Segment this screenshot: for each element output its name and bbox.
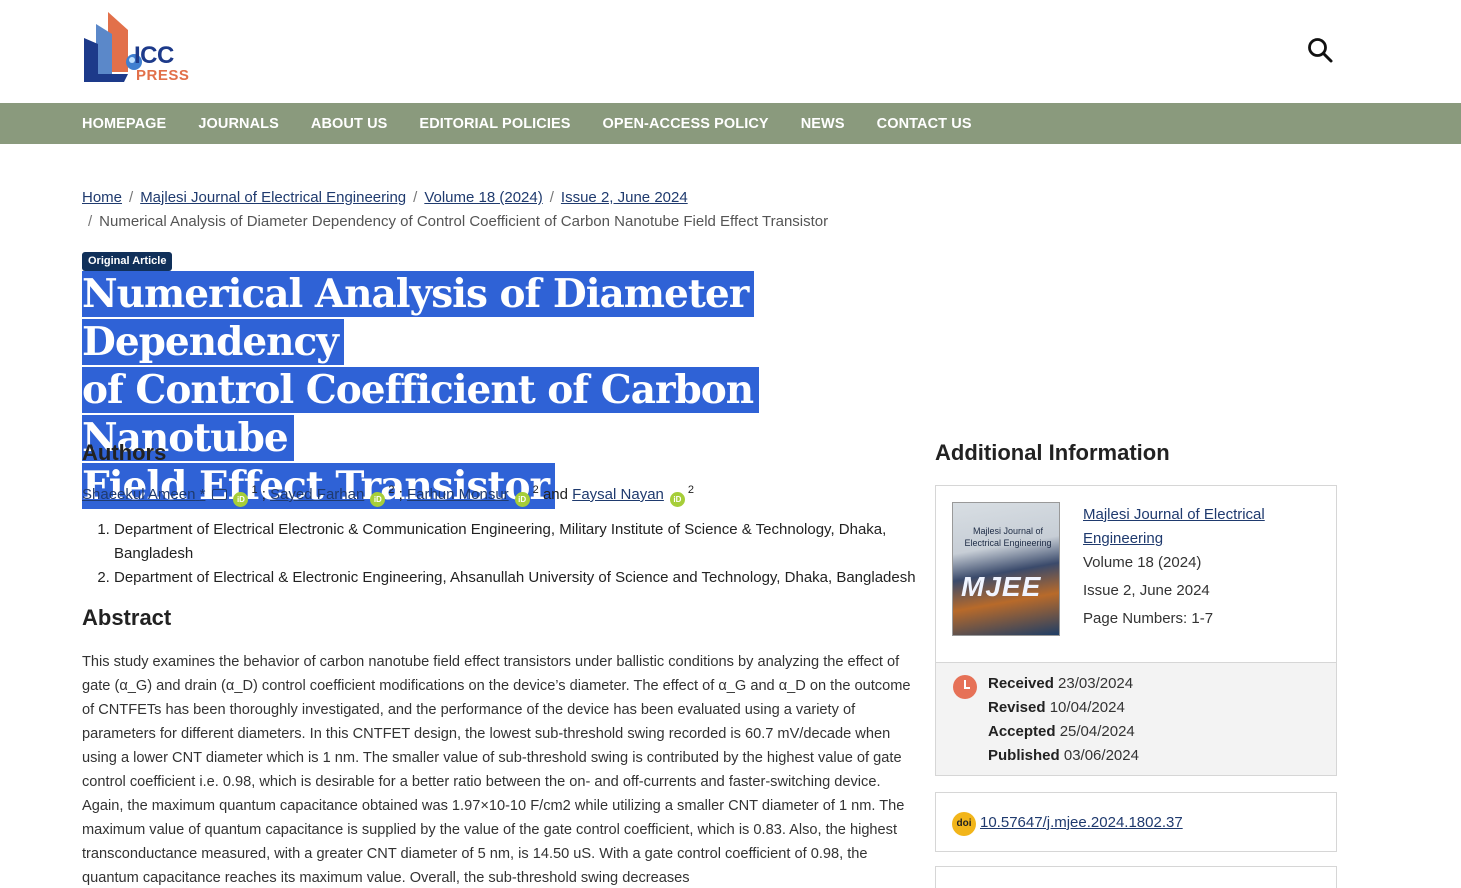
orcid-icon[interactable]: iD	[233, 492, 249, 507]
breadcrumb-current: Numerical Analysis of Diameter Dependenc…	[99, 213, 829, 230]
nav-item-homepage[interactable]: HOMEPAGE	[82, 116, 166, 132]
date-published: Published 03/06/2024	[988, 744, 1139, 768]
affiliation-sup: 1	[251, 484, 258, 496]
journal-info-card: Majlesi Journal of Electrical Engineerin…	[935, 485, 1337, 776]
affiliation-sup: 2	[687, 484, 695, 496]
date-label: Received	[988, 675, 1054, 692]
nav-item-contact-us[interactable]: CONTACT US	[877, 116, 972, 132]
nav-list: HOMEPAGE JOURNALS ABOUT US EDITORIAL POL…	[82, 103, 1004, 144]
author-link[interactable]: Shaeekul Ameen *	[82, 486, 205, 503]
author-name: Shaeekul Ameen	[82, 486, 196, 503]
site-header: ICC PRESS	[0, 0, 1461, 103]
date-value: 03/06/2024	[1063, 747, 1139, 764]
main-nav: HOMEPAGE JOURNALS ABOUT US EDITORIAL POL…	[0, 103, 1461, 144]
date-value: 10/04/2024	[1049, 699, 1125, 716]
article-dates: Received 23/03/2024 Revised 10/04/2024 A…	[988, 672, 1139, 768]
date-accepted: Accepted 25/04/2024	[988, 720, 1139, 744]
search-icon	[1308, 38, 1333, 63]
date-received: Received 23/03/2024	[988, 672, 1139, 696]
issue-text: Issue 2, June 2024	[1083, 582, 1210, 599]
nav-item-news[interactable]: NEWS	[801, 116, 845, 132]
author-link[interactable]: Farhun Monsur	[407, 486, 509, 503]
volume-text: Volume 18 (2024)	[1083, 554, 1202, 571]
nav-item-journals[interactable]: JOURNALS	[198, 116, 279, 132]
doi-card: doi 10.57647/j.mjee.2024.1802.37	[935, 792, 1337, 852]
author-separator: ;	[398, 486, 403, 503]
affiliation-sup: 2	[532, 484, 539, 496]
breadcrumb-issue-link[interactable]: Issue 2, June 2024	[561, 189, 688, 206]
author-separator: and	[542, 486, 568, 503]
date-label: Accepted	[988, 723, 1056, 740]
abstract-heading: Abstract	[82, 605, 172, 630]
mail-icon[interactable]	[212, 489, 228, 500]
article-title-line: of Control Coefficient of Carbon Nanotub…	[82, 367, 760, 461]
abstract-text: This study examines the behavior of carb…	[82, 654, 911, 886]
nav-item-editorial-policies[interactable]: EDITORIAL POLICIES	[419, 116, 570, 132]
breadcrumb-journal-link[interactable]: Majlesi Journal of Electrical Engineerin…	[140, 189, 406, 206]
logo-text-press: PRESS	[136, 67, 190, 84]
iccpress-logo[interactable]: ICC PRESS	[82, 10, 192, 85]
cover-mark: MJEE	[961, 571, 1042, 602]
orcid-icon[interactable]: iD	[514, 492, 530, 507]
breadcrumb-home-link[interactable]: Home	[82, 189, 122, 206]
author-link[interactable]: Faysal Nayan	[572, 486, 664, 503]
orcid-icon[interactable]: iD	[669, 492, 685, 507]
date-value: 25/04/2024	[1059, 723, 1135, 740]
article-title: Numerical Analysis of Diameter Dependenc…	[82, 270, 922, 510]
corresponding-mark: *	[199, 486, 206, 503]
search-button[interactable]	[1306, 36, 1334, 64]
breadcrumb-separator: /	[549, 189, 554, 206]
journal-link[interactable]: Majlesi Journal of Electrical Engineerin…	[1083, 506, 1265, 547]
nav-item-about-us[interactable]: ABOUT US	[311, 116, 388, 132]
author-separator: ;	[261, 486, 266, 503]
affiliation-list: Department of Electrical Electronic & Co…	[96, 518, 926, 590]
date-value: 23/03/2024	[1058, 675, 1134, 692]
breadcrumb-volume-link[interactable]: Volume 18 (2024)	[424, 189, 542, 206]
doi-link[interactable]: 10.57647/j.mjee.2024.1802.37	[980, 811, 1183, 835]
breadcrumb-separator: /	[88, 213, 93, 230]
dates-panel: Received 23/03/2024 Revised 10/04/2024 A…	[936, 662, 1336, 775]
logo-mark-icon	[84, 12, 142, 82]
page-numbers-text: Page Numbers: 1-7	[1083, 610, 1214, 627]
nav-item-open-access-policy[interactable]: OPEN-ACCESS POLICY	[603, 116, 769, 132]
breadcrumb-separator: /	[413, 189, 418, 206]
clock-icon	[953, 675, 977, 699]
additional-info-heading: Additional Information	[935, 440, 1170, 465]
breadcrumb-separator: /	[129, 189, 134, 206]
journal-info: Majlesi Journal of Electrical Engineerin…	[1083, 503, 1323, 631]
article-title-line: Numerical Analysis of Diameter Dependenc…	[82, 271, 755, 365]
sidebar-card-next	[935, 866, 1337, 888]
article-type-badge: Original Article	[82, 252, 173, 271]
author-link[interactable]: Sayed Farhan	[270, 486, 364, 503]
affiliation-item: Department of Electrical & Electronic En…	[114, 566, 926, 590]
orcid-icon[interactable]: iD	[370, 492, 386, 507]
journal-cover-image[interactable]: Majlesi Journal of Electrical Engineerin…	[952, 502, 1060, 636]
affiliation-sup: 2	[388, 484, 395, 496]
date-revised: Revised 10/04/2024	[988, 696, 1139, 720]
cover-title: Majlesi Journal of Electrical Engineerin…	[964, 526, 1052, 548]
doi-icon: doi	[952, 812, 976, 836]
authors-heading: Authors	[82, 440, 167, 465]
author-list: Shaeekul Ameen * iD1 ; Sayed Farhan iD2 ; …	[82, 478, 922, 507]
breadcrumb: Home / Majlesi Journal of Electrical Engin…	[82, 186, 912, 234]
logo-text-icc: ICC	[134, 42, 174, 69]
affiliation-item: Department of Electrical Electronic & Co…	[114, 518, 926, 566]
date-label: Revised	[988, 699, 1046, 716]
date-label: Published	[988, 747, 1060, 764]
